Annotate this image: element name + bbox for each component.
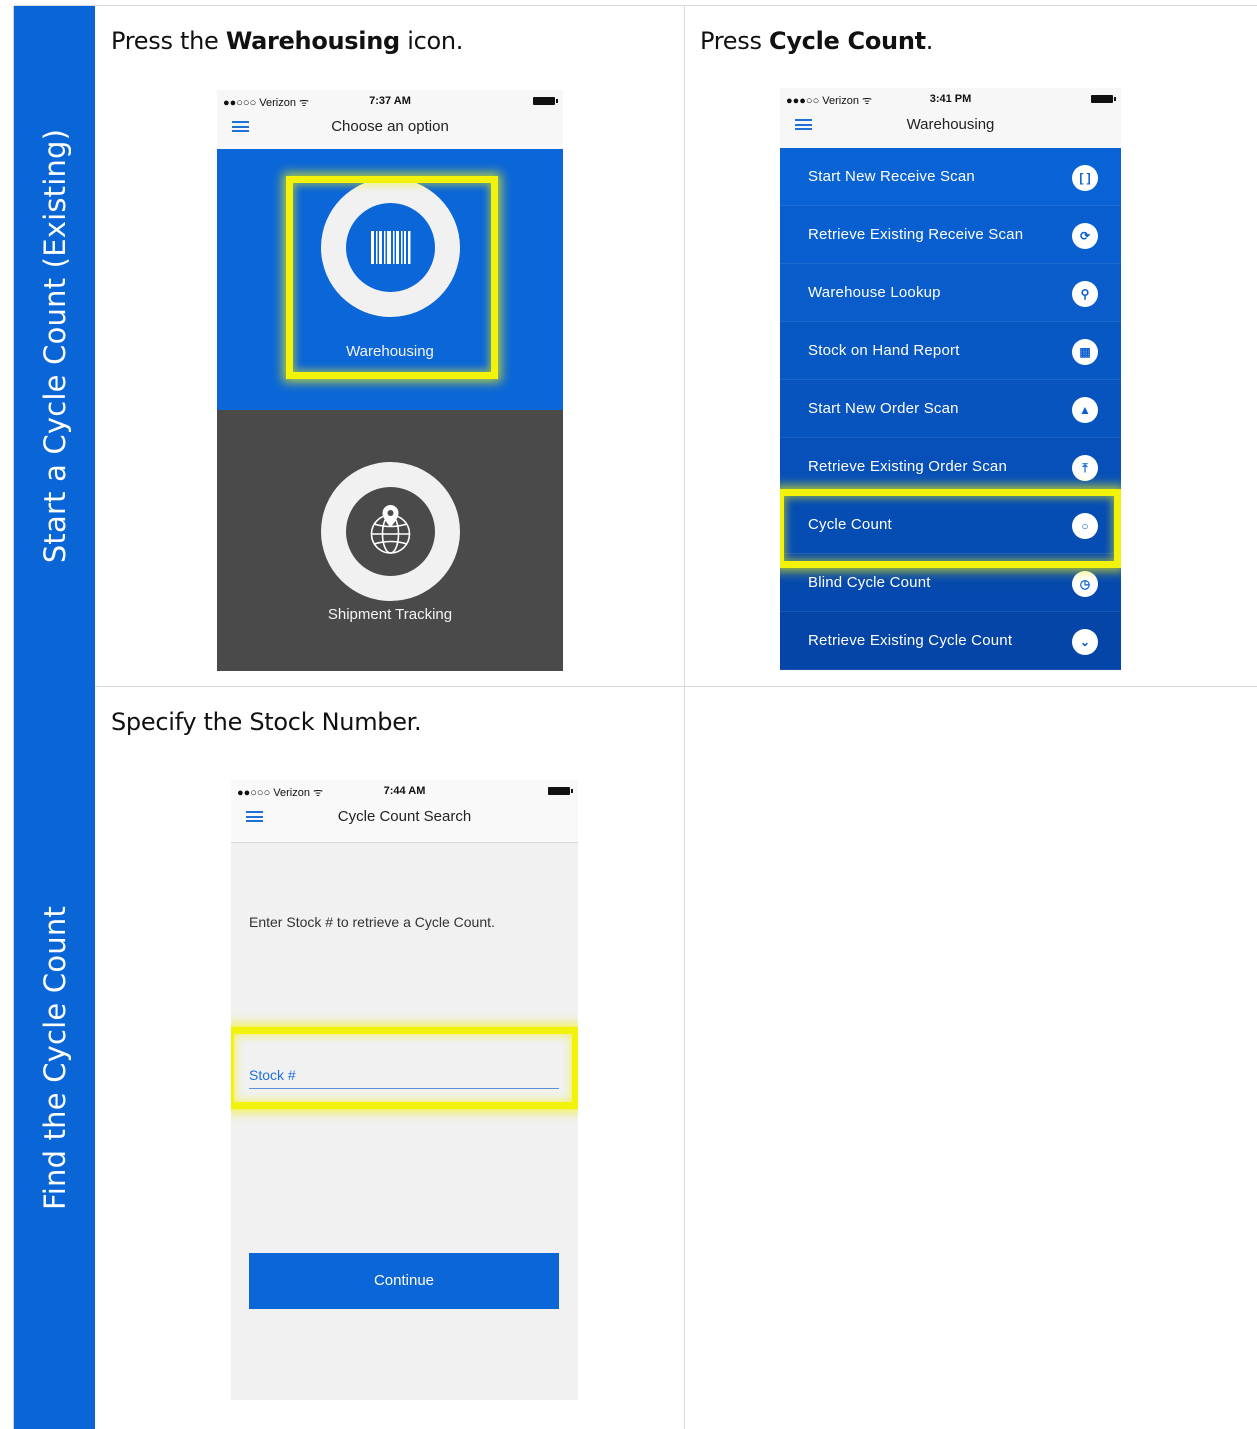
warehousing-highlight bbox=[286, 176, 498, 379]
table-column-divider bbox=[684, 6, 685, 1429]
menu-item[interactable]: Retrieve Existing Receive Scan ⟳ bbox=[780, 206, 1121, 264]
clock-text: 3:41 PM bbox=[929, 93, 972, 105]
menu-item[interactable]: Retrieve Existing Cycle Count ⌄ bbox=[780, 612, 1121, 670]
clock-text: 7:44 AM bbox=[383, 785, 426, 797]
cycle-count-highlight bbox=[780, 489, 1121, 568]
globe-pin-icon bbox=[346, 487, 435, 576]
stock-field-highlight bbox=[231, 1027, 578, 1109]
status-bar: ●●○○○ Verizon ᯤ 7:37 AM bbox=[217, 90, 563, 112]
continue-button[interactable]: Continue bbox=[249, 1253, 559, 1309]
refresh-icon: ⟳ bbox=[1072, 223, 1098, 249]
menu-item-label: Blind Cycle Count bbox=[808, 574, 931, 591]
upload-icon: ⤒ bbox=[1072, 455, 1098, 481]
clock-text: 7:37 AM bbox=[369, 95, 411, 107]
row-header-label: Find the Cycle Count bbox=[37, 905, 72, 1210]
menu-item[interactable]: Start New Order Scan ▲ bbox=[780, 380, 1121, 438]
search-icon: ⚲ bbox=[1072, 281, 1098, 307]
warehousing-menu-list: Start New Receive Scan [ ] Retrieve Existi… bbox=[780, 148, 1121, 671]
screen-title: Cycle Count Search bbox=[337, 808, 472, 825]
screenshot-warehousing-menu: ●●●○○ Verizon ᯤ 3:41 PM Warehousing Star… bbox=[780, 88, 1121, 671]
step3-instruction: Specify the Stock Number. bbox=[111, 708, 422, 736]
screen-title: Warehousing bbox=[906, 116, 995, 133]
nav-bar: Cycle Count Search bbox=[231, 802, 578, 832]
screen-title: Choose an option bbox=[331, 118, 449, 135]
menu-item[interactable]: Stock on Hand Report ▦ bbox=[780, 322, 1121, 380]
table-row-divider bbox=[14, 686, 1257, 687]
nav-bar: Warehousing bbox=[780, 110, 1121, 140]
step2-instruction: Press Cycle Count. bbox=[700, 27, 934, 55]
screenshot-choose-option: ●●○○○ Verizon ᯤ 7:37 AM Choose an option… bbox=[217, 90, 563, 671]
battery-icon bbox=[548, 787, 573, 795]
menu-item-label: Stock on Hand Report bbox=[808, 342, 960, 359]
menu-item-label: Start New Order Scan bbox=[808, 400, 959, 417]
status-bar: ●●●○○ Verizon ᯤ 3:41 PM bbox=[780, 88, 1121, 110]
menu-item-label: Warehouse Lookup bbox=[808, 284, 941, 301]
battery-icon bbox=[1091, 95, 1116, 103]
chevron-circle-icon: ⌄ bbox=[1072, 629, 1098, 655]
shipment-tracking-button[interactable] bbox=[321, 462, 460, 601]
menu-item-label: Start New Receive Scan bbox=[808, 168, 975, 185]
menu-item[interactable]: Retrieve Existing Order Scan ⤒ bbox=[780, 438, 1121, 496]
bracket-icon: [ ] bbox=[1072, 165, 1098, 191]
shipment-tracking-label: Shipment Tracking bbox=[327, 606, 453, 623]
battery-icon bbox=[533, 97, 558, 105]
menu-item[interactable]: Start New Receive Scan [ ] bbox=[780, 148, 1121, 206]
nav-bar: Choose an option bbox=[217, 112, 563, 142]
menu-item-label: Retrieve Existing Receive Scan bbox=[808, 226, 1024, 243]
search-prompt: Enter Stock # to retrieve a Cycle Count. bbox=[249, 914, 495, 930]
screenshot-cycle-count-search: ●●○○○ Verizon ᯤ 7:44 AM Cycle Count Sear… bbox=[231, 780, 578, 1400]
menu-item-label: Retrieve Existing Order Scan bbox=[808, 458, 1008, 475]
row-header-find-cycle-count: Find the Cycle Count bbox=[14, 686, 95, 1429]
menu-item[interactable]: Warehouse Lookup ⚲ bbox=[780, 264, 1121, 322]
menu-item-label: Retrieve Existing Cycle Count bbox=[808, 632, 1013, 649]
table-top-border bbox=[14, 5, 1257, 6]
grid-icon: ▦ bbox=[1072, 339, 1098, 365]
row-header-label: Start a Cycle Count (Existing) bbox=[37, 128, 72, 564]
step1-instruction: Press the Warehousing icon. bbox=[111, 27, 464, 55]
clock-icon: ◷ bbox=[1072, 571, 1098, 597]
arrow-up-icon: ▲ bbox=[1072, 397, 1098, 423]
row-header-start-cycle-count: Start a Cycle Count (Existing) bbox=[14, 6, 95, 686]
status-bar: ●●○○○ Verizon ᯤ 7:44 AM bbox=[231, 780, 578, 802]
